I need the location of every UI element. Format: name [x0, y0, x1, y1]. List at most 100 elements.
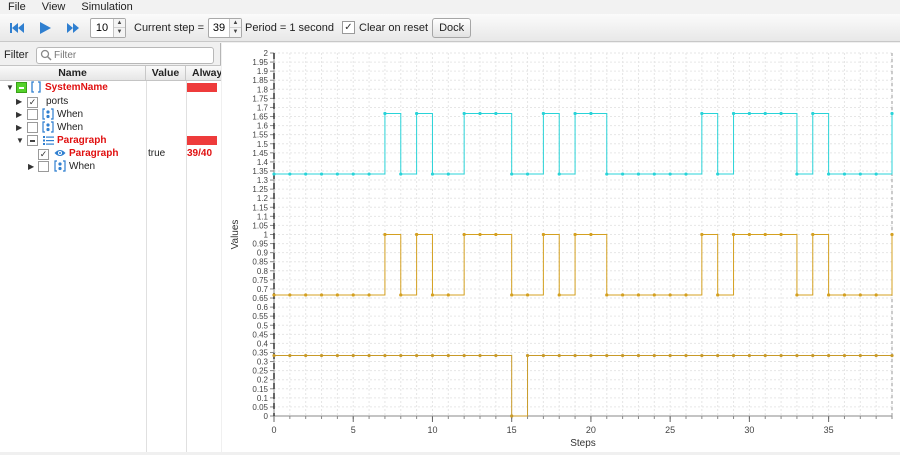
- column-header-name[interactable]: Name: [0, 66, 146, 80]
- dock-button-label: Dock: [439, 21, 465, 34]
- y-tick-label: 1: [264, 231, 269, 240]
- series-point-1: [415, 232, 419, 237]
- signal-chart[interactable]: 00.050.10.150.20.250.30.350.40.450.50.55…: [222, 43, 900, 452]
- chevron-down-icon[interactable]: ▼: [230, 27, 242, 37]
- series-point-0: [747, 111, 751, 116]
- series-point-2: [795, 353, 799, 358]
- x-tick-label: 25: [665, 425, 675, 435]
- tree-row-paragraph-group[interactable]: ▼ Paragraph: [0, 134, 221, 147]
- series-point-0: [351, 172, 355, 176]
- series-point-2: [319, 353, 324, 358]
- tree-row-paragraph[interactable]: ✓ Paragraph true 39/40: [0, 147, 221, 160]
- series-point-2: [510, 414, 514, 418]
- row-checkbox[interactable]: [38, 161, 49, 175]
- series-point-1: [652, 293, 656, 297]
- series-point-1: [779, 232, 783, 237]
- series-point-1: [874, 293, 878, 297]
- series-point-2: [304, 353, 308, 358]
- current-step-spinner[interactable]: ▲ ▼: [208, 17, 243, 38]
- tree-row-when[interactable]: ▶ When: [0, 121, 221, 134]
- filter-field[interactable]: [36, 46, 214, 64]
- series-point-0: [890, 111, 894, 116]
- tree-row-when[interactable]: ▶ When: [0, 108, 221, 121]
- search-icon: [40, 49, 52, 61]
- column-header-always[interactable]: Always: [186, 66, 221, 80]
- series-point-2: [525, 353, 530, 358]
- tree-row-name: Paragraph: [57, 135, 107, 146]
- current-step-spinner-arrows[interactable]: ▲ ▼: [229, 18, 242, 37]
- chevron-down-icon[interactable]: ▼: [114, 27, 125, 37]
- series-point-0: [652, 172, 656, 176]
- chevron-right-icon[interactable]: ▶: [28, 162, 34, 171]
- series-point-0: [779, 111, 783, 116]
- series-point-0: [684, 172, 688, 176]
- x-tick-label: 30: [744, 425, 754, 435]
- y-tick-label: 1.6: [257, 122, 269, 131]
- y-tick-label: 0.05: [252, 403, 268, 412]
- y-tick-label: 0.75: [252, 276, 268, 285]
- series-point-2: [811, 353, 815, 358]
- row-checkbox[interactable]: ✓: [27, 96, 38, 108]
- tree-row-when[interactable]: ▶ When: [0, 160, 221, 173]
- steps-spinner-arrows[interactable]: ▲ ▼: [113, 18, 125, 37]
- series-point-0: [874, 172, 878, 176]
- chevron-right-icon[interactable]: ▶: [16, 97, 22, 106]
- current-step-label: Current step =: [134, 21, 205, 34]
- series-point-1: [494, 232, 498, 237]
- series-point-1: [335, 293, 339, 297]
- chevron-right-icon[interactable]: ▶: [16, 110, 22, 119]
- series-point-2: [272, 353, 276, 358]
- series-point-2: [621, 353, 625, 358]
- series-point-1: [716, 293, 720, 297]
- series-point-0: [319, 172, 324, 176]
- y-tick-label: 0.8: [257, 267, 269, 276]
- series-point-2: [478, 353, 482, 358]
- chevron-up-icon[interactable]: ▲: [114, 18, 125, 27]
- y-tick-label: 1.5: [257, 140, 269, 149]
- clear-on-reset-checkbox[interactable]: ✓: [342, 21, 355, 34]
- series-point-1: [747, 232, 751, 237]
- y-tick-label: 0: [264, 412, 269, 421]
- y-tick-label: 1.45: [252, 149, 268, 158]
- chevron-down-icon[interactable]: ▼: [6, 83, 14, 92]
- chevron-down-icon[interactable]: ▼: [16, 136, 24, 145]
- current-step-input[interactable]: [209, 18, 230, 37]
- series-point-2: [858, 353, 862, 358]
- y-tick-label: 1.65: [252, 113, 268, 122]
- series-point-0: [731, 111, 736, 116]
- rewind-button[interactable]: [6, 17, 28, 39]
- column-header-value[interactable]: Value: [146, 66, 186, 80]
- x-tick-label: 35: [824, 425, 834, 435]
- y-tick-label: 0.6: [257, 303, 269, 312]
- series-point-2: [842, 353, 847, 358]
- menu-simulation[interactable]: Simulation: [73, 0, 140, 14]
- play-button[interactable]: [34, 17, 56, 39]
- series-point-1: [510, 293, 514, 297]
- fast-forward-button[interactable]: [62, 17, 84, 39]
- dock-button[interactable]: Dock: [432, 17, 472, 38]
- steps-spinner[interactable]: ▲ ▼: [90, 17, 126, 38]
- series-point-0: [827, 172, 831, 176]
- steps-input[interactable]: [91, 18, 113, 37]
- y-tick-label: 1.95: [252, 58, 268, 67]
- partial-checkbox[interactable]: [16, 82, 27, 96]
- y-tick-label: 0.95: [252, 240, 268, 249]
- series-point-0: [525, 172, 530, 176]
- y-tick-label: 1.85: [252, 76, 268, 85]
- fast-forward-icon: [67, 22, 79, 33]
- series-point-1: [351, 293, 355, 297]
- skip-back-icon: [10, 22, 24, 33]
- series-point-2: [731, 353, 736, 358]
- menu-file[interactable]: File: [0, 0, 34, 14]
- tree-row-system[interactable]: ▼ SystemName: [0, 81, 221, 94]
- row-checkbox[interactable]: ✓: [38, 148, 49, 160]
- series-point-0: [272, 172, 276, 176]
- chevron-up-icon[interactable]: ▲: [230, 18, 242, 27]
- filter-input[interactable]: [52, 49, 202, 61]
- x-tick-label: 10: [427, 425, 437, 435]
- tree-row-ports[interactable]: ▶ ✓ ports: [0, 95, 221, 108]
- series-point-1: [541, 232, 545, 237]
- menu-view[interactable]: View: [34, 0, 74, 14]
- series-point-2: [636, 353, 641, 358]
- chevron-right-icon[interactable]: ▶: [16, 123, 22, 132]
